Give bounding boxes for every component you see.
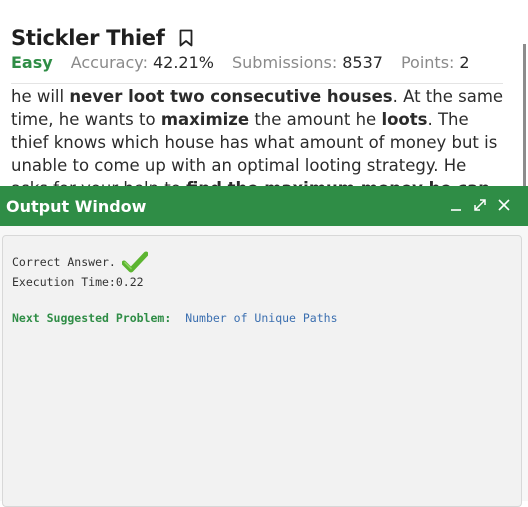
minimize-icon[interactable] (446, 195, 466, 215)
meta-divider (11, 83, 503, 84)
points-value: 2 (459, 53, 470, 72)
next-suggested-line: Next Suggested Problem: Number of Unique… (12, 311, 338, 325)
description-scrollbar[interactable] (523, 44, 526, 186)
problem-meta: Easy Accuracy: 42.21% Submissions: 8537 … (11, 53, 488, 72)
execution-time: Execution Time:0.22 (12, 275, 144, 289)
close-icon[interactable] (494, 195, 514, 215)
bookmark-icon[interactable] (179, 29, 193, 47)
next-suggested-label: Next Suggested Problem: (12, 311, 172, 325)
problem-panel: Stickler Thief Easy Accuracy: 42.21% Sub… (0, 0, 528, 186)
result-line: Correct Answer. (12, 251, 148, 273)
output-window-body: Correct Answer. Execution Time:0.22 Next… (0, 226, 528, 507)
result-text: Correct Answer. (12, 255, 116, 269)
problem-title: Stickler Thief (11, 26, 165, 50)
submissions-value: 8537 (342, 53, 383, 72)
description-text: the amount he (249, 110, 382, 129)
accuracy-value: 42.21% (152, 53, 214, 72)
expand-icon[interactable] (470, 195, 490, 215)
output-window-title: Output Window (6, 196, 147, 216)
points-label: Points: (400, 53, 455, 72)
description-bold-text: maximize (160, 110, 250, 129)
difficulty-badge: Easy (11, 53, 53, 72)
problem-description: he will never loot two consecutive house… (11, 85, 506, 186)
description-bold-text: loots (381, 110, 428, 129)
next-problem-link[interactable]: Number of Unique Paths (185, 311, 337, 325)
title-row: Stickler Thief (11, 26, 193, 50)
output-console: Correct Answer. Execution Time:0.22 Next… (2, 235, 522, 507)
window-controls (442, 195, 514, 215)
description-paragraph: he will never loot two consecutive house… (11, 85, 506, 186)
submissions-label: Submissions: (231, 53, 338, 72)
output-window-header: Output Window (0, 186, 528, 226)
description-bold-text: never loot two consecutive houses (69, 87, 393, 106)
check-icon (121, 251, 148, 273)
description-text: he will (11, 87, 70, 106)
accuracy-label: Accuracy: (70, 53, 148, 72)
